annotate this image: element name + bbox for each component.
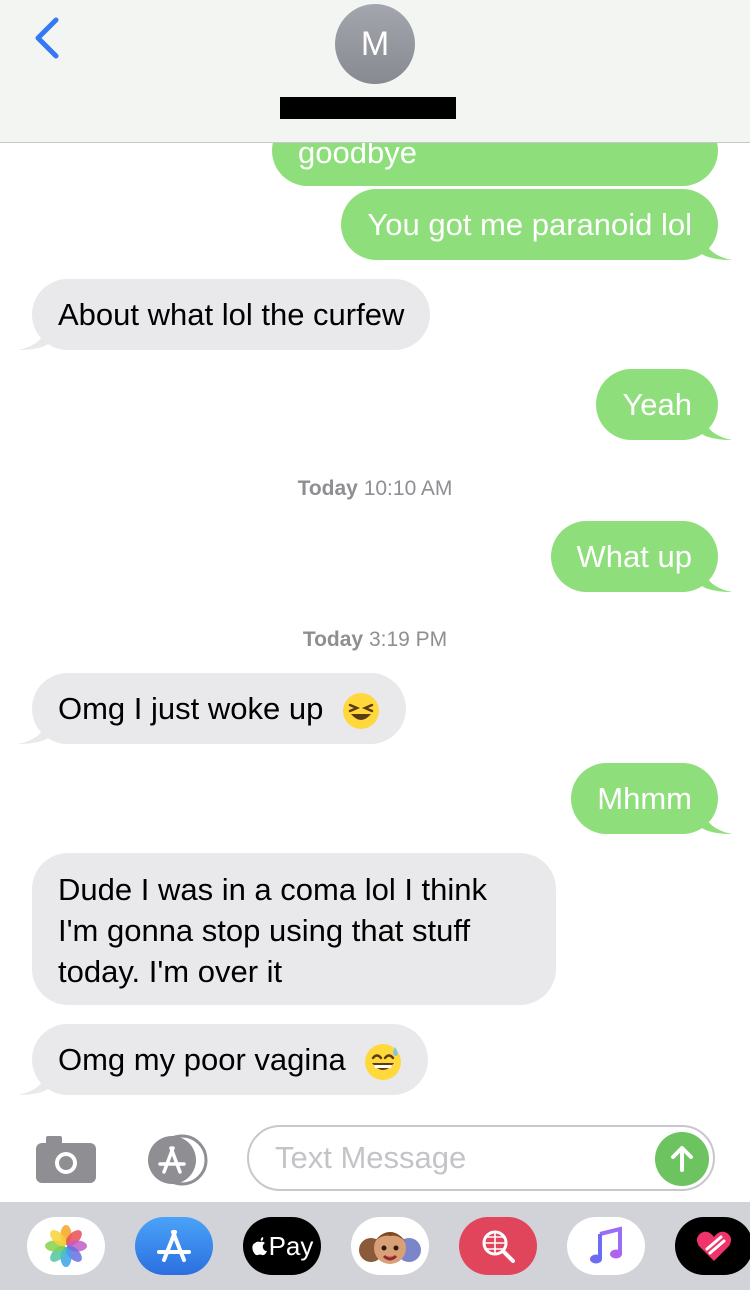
bubble-tail [18,1067,48,1095]
camera-icon[interactable] [34,1133,98,1185]
message-text: About what lol the curfew [58,297,405,332]
send-button[interactable] [655,1132,709,1186]
message-text: Omg I just woke up [58,691,324,726]
send-arrow-icon [671,1146,693,1172]
message-bubble-outgoing[interactable]: What up [550,521,732,592]
laughing-emoji-icon [342,692,379,729]
bubble-tail [702,564,732,592]
globe-search-icon [482,1230,515,1263]
message-text: Yeah [622,387,692,422]
contact-name-redacted [280,97,456,119]
bubble-tail [702,232,732,260]
contact-initial: M [360,24,390,63]
message-text: Dude I was in a coma lol I think I'm gon… [58,872,488,989]
message-bubble-outgoing[interactable]: Yeah [596,369,732,440]
bubble-tail [18,322,48,350]
app-store-app-button[interactable] [135,1217,213,1275]
message-text: Omg my poor vagina [58,1042,346,1077]
music-app-button[interactable] [567,1217,645,1275]
message-bubble-incoming[interactable]: Omg my poor vagina [18,1024,429,1095]
digital-touch-app-button[interactable] [675,1217,750,1275]
timestamp-day: Today [297,477,358,500]
message-bubble-outgoing[interactable]: You got me paranoid lol [341,189,732,260]
timestamp-day: Today [302,628,364,651]
memoji-icon [359,1232,421,1264]
music-note-icon [590,1226,622,1264]
photos-app-button[interactable] [27,1217,105,1275]
timestamp: Today 3:19 PM [0,628,750,652]
timestamp: Today 10:10 AM [0,477,750,501]
message-bubble-incoming[interactable]: Dude I was in a coma lol I think I'm gon… [32,853,556,1005]
message-thread[interactable]: goodbye You got me paranoid lol About wh… [0,0,750,1108]
message-bubble-incoming[interactable]: Omg I just woke up [18,673,406,744]
message-bubble-incoming[interactable]: About what lol the curfew [18,279,431,350]
apple-pay-app-button[interactable]: Pay [243,1217,321,1275]
sweat-smile-emoji-icon [365,1043,402,1080]
message-text: You got me paranoid lol [367,207,692,242]
app-store-icon [157,1230,191,1262]
message-text: What up [576,539,692,574]
timestamp-time: 3:19 PM [368,628,448,651]
app-store-icon[interactable] [140,1134,212,1186]
apple-pay-label: Pay [268,1230,314,1261]
conversation-header: M [0,0,750,143]
contact-avatar[interactable]: M [335,4,415,84]
message-bubble-outgoing[interactable]: Mhmm [571,763,732,834]
message-text: Mhmm [597,781,692,816]
heart-icon [696,1231,732,1261]
apple-logo-icon [251,1237,267,1256]
bubble-tail [702,412,732,440]
timestamp-time: 10:10 AM [363,477,453,500]
chevron-left-icon[interactable] [28,14,68,62]
memoji-app-button[interactable] [351,1217,429,1275]
message-input[interactable] [247,1125,715,1191]
photos-icon [45,1225,87,1267]
image-search-app-button[interactable] [459,1217,537,1275]
bubble-tail [702,806,732,834]
bubble-tail [18,716,48,744]
